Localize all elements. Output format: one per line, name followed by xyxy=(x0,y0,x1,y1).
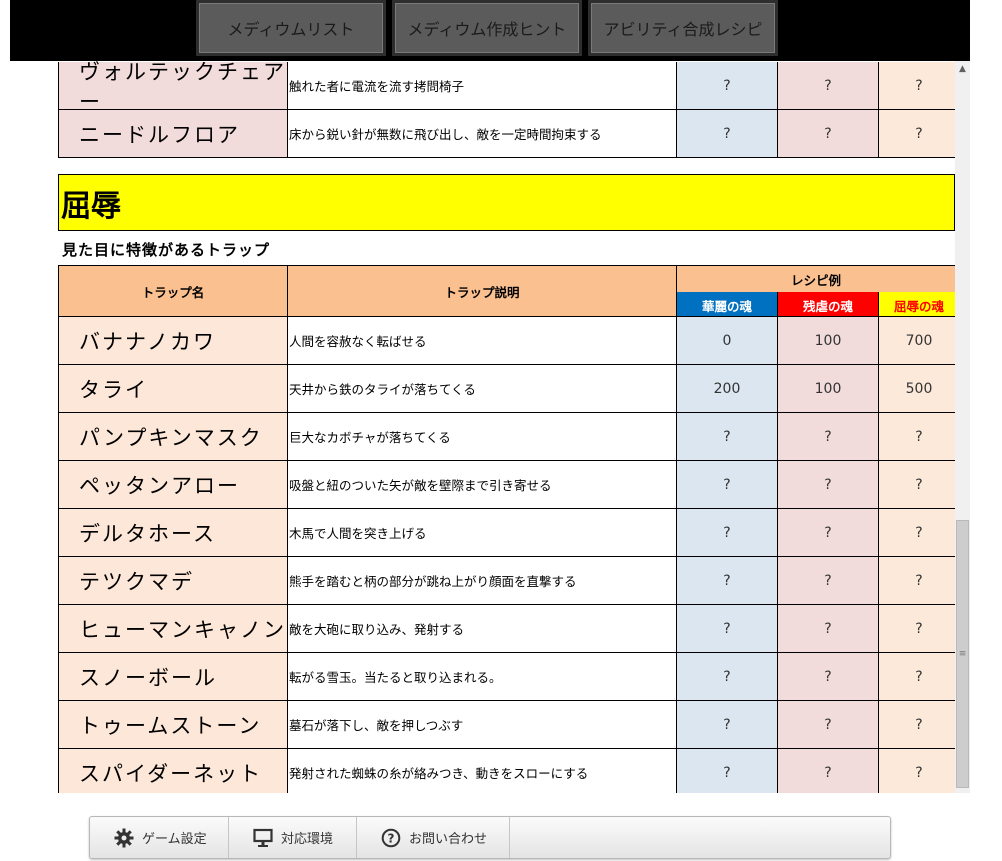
trap-name: ニードルフロア xyxy=(58,110,288,158)
trap-name: スパイダーネット xyxy=(58,749,288,793)
soul1-value: ? xyxy=(677,605,778,653)
trap-desc: 天井から鉄のタライが落ちてくる xyxy=(288,365,677,413)
medium-hint-button[interactable]: メディウム作成ヒント xyxy=(392,0,582,56)
trap-name: バナナノカワ xyxy=(58,317,288,365)
trap-name: スノーボール xyxy=(58,653,288,701)
soul2-value: ? xyxy=(778,509,879,557)
soul3-value: ? xyxy=(879,557,955,605)
trap-name: デルタホース xyxy=(58,509,288,557)
trap-desc: 床から鋭い針が無数に飛び出し、敵を一定時間拘束する xyxy=(288,110,677,158)
soul1-value: ? xyxy=(677,509,778,557)
soul1-value: ? xyxy=(677,749,778,793)
table-header: トラップ名 トラップ説明 レシピ例 華麗の魂 残虐の魂 屈辱の魂 xyxy=(58,265,955,317)
soul2-value: ? xyxy=(778,62,879,110)
svg-text:?: ? xyxy=(388,831,395,845)
trap-desc: 転がる雪玉。当たると取り込まれる。 xyxy=(288,653,677,701)
soul2-value: ? xyxy=(778,653,879,701)
soul3-value: 500 xyxy=(879,365,955,413)
trap-name: タライ xyxy=(58,365,288,413)
soul3-value: ? xyxy=(879,413,955,461)
header-recipe: レシピ例 xyxy=(677,265,955,292)
soul2-value: ? xyxy=(778,110,879,158)
soul2-value: ? xyxy=(778,701,879,749)
soul3-value: ? xyxy=(879,461,955,509)
trap-desc: 発射された蜘蛛の糸が絡みつき、動きをスローにする xyxy=(288,749,677,793)
trap-desc: 吸盤と紐のついた矢が敵を壁際まで引き寄せる xyxy=(288,461,677,509)
soul2-value: ? xyxy=(778,605,879,653)
header-trap-desc: トラップ説明 xyxy=(288,265,677,317)
soul3-value: 700 xyxy=(879,317,955,365)
header-soul1: 華麗の魂 xyxy=(677,292,778,317)
soul1-value: 200 xyxy=(677,365,778,413)
supported-env-label: 対応環境 xyxy=(281,832,334,847)
section-subtitle: 見た目に特徴があるトラップ xyxy=(62,240,271,259)
soul1-value: ? xyxy=(677,62,778,110)
soul2-value: 100 xyxy=(778,317,879,365)
soul2-value: ? xyxy=(778,749,879,793)
trap-desc: 人間を容赦なく転ばせる xyxy=(288,317,677,365)
soul3-value: ? xyxy=(879,605,955,653)
scroll-up-arrow-icon[interactable]: ▲ xyxy=(955,61,970,77)
trap-desc: 木馬で人間を突き上げる xyxy=(288,509,677,557)
contact-button[interactable]: ? お問い合わせ xyxy=(357,817,510,858)
header-soul3: 屈辱の魂 xyxy=(879,292,955,317)
soul2-value: 100 xyxy=(778,365,879,413)
bottom-menu-bar: ゲーム設定 対応環境 ? お問い合わせ xyxy=(89,816,891,859)
soul1-value: ? xyxy=(677,557,778,605)
trap-name: トゥームストーン xyxy=(58,701,288,749)
soul1-value: ? xyxy=(677,461,778,509)
soul1-value: ? xyxy=(677,653,778,701)
game-settings-label: ゲーム設定 xyxy=(142,832,207,847)
trap-name: テツクマデ xyxy=(58,557,288,605)
trap-desc: 敵を大砲に取り込み、発射する xyxy=(288,605,677,653)
trap-desc: 触れた者に電流を流す拷問椅子 xyxy=(288,62,677,110)
supported-env-button[interactable]: 対応環境 xyxy=(229,817,357,858)
game-settings-button[interactable]: ゲーム設定 xyxy=(90,817,229,858)
soul2-value: ? xyxy=(778,461,879,509)
monitor-icon xyxy=(253,828,273,848)
trap-desc: 巨大なカボチャが落ちてくる xyxy=(288,413,677,461)
ability-recipe-button[interactable]: アビリティ合成レシピ xyxy=(588,0,778,56)
soul1-value: ? xyxy=(677,413,778,461)
soul2-value: ? xyxy=(778,413,879,461)
soul3-value: ? xyxy=(879,62,955,110)
vertical-scrollbar[interactable]: ▲ ≡ xyxy=(955,61,970,793)
soul3-value: ? xyxy=(879,509,955,557)
trap-name: ペッタンアロー xyxy=(58,461,288,509)
trap-name: ヒューマンキャノン xyxy=(58,605,288,653)
soul2-value: ? xyxy=(778,557,879,605)
trap-name: ヴォルテックチェアー xyxy=(58,61,288,114)
soul1-value: 0 xyxy=(677,317,778,365)
trap-desc: 墓石が落下し、敵を押しつぶす xyxy=(288,701,677,749)
contact-label: お問い合わせ xyxy=(409,832,488,847)
top-nav-bar: メディウムリスト メディウム作成ヒント アビリティ合成レシピ xyxy=(10,0,970,61)
soul1-value: ? xyxy=(677,701,778,749)
soul3-value: ? xyxy=(879,653,955,701)
gear-icon xyxy=(114,828,134,848)
header-trap-name: トラップ名 xyxy=(58,265,288,317)
trap-desc: 熊手を踏むと柄の部分が跳ね上がり顔面を直撃する xyxy=(288,557,677,605)
scrollbar-thumb[interactable]: ≡ xyxy=(956,520,969,788)
soul3-value: ? xyxy=(879,110,955,158)
medium-list-button[interactable]: メディウムリスト xyxy=(196,0,386,56)
soul1-value: ? xyxy=(677,110,778,158)
soul3-value: ? xyxy=(879,749,955,793)
question-icon: ? xyxy=(381,828,401,848)
trap-name: パンプキンマスク xyxy=(58,413,288,461)
header-soul2: 残虐の魂 xyxy=(778,292,879,317)
section-title: 屈辱 xyxy=(58,174,955,231)
trap-table-area: ヴォルテックチェアー 触れた者に電流を流す拷問椅子 ? ? ? ニードルフロア … xyxy=(0,61,955,793)
soul3-value: ? xyxy=(879,701,955,749)
